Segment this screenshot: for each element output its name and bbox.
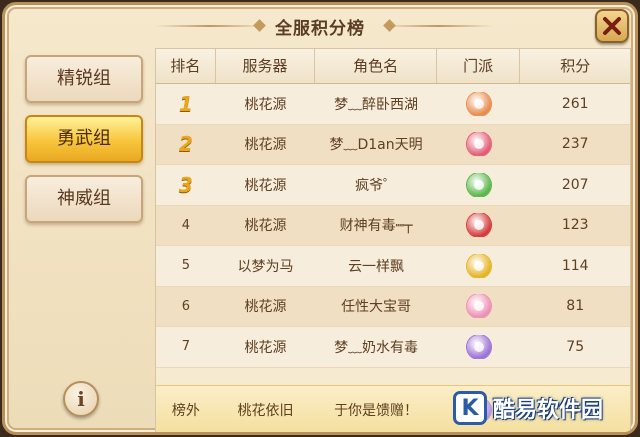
server-cell: 桃花源 [244, 299, 287, 316]
score-cell: 81 [566, 298, 585, 315]
table-row[interactable]: 7 桃花源 梦﹏奶水有毒 75 [156, 327, 630, 368]
score-cell: 207 [561, 176, 589, 193]
rank-cell: 4 [181, 217, 191, 233]
score-cell: 261 [561, 95, 589, 112]
sect-icon [466, 253, 491, 278]
role-name-cell: 疯爷゜ [355, 177, 398, 194]
info-icon: i [77, 387, 85, 411]
role-name-cell: 梦﹏奶水有毒 [334, 339, 419, 356]
score-cell: 237 [561, 136, 589, 153]
sect-cell [437, 132, 521, 157]
table-row[interactable]: 3 桃花源 疯爷゜ 207 [156, 165, 630, 206]
score-cell: 114 [561, 257, 589, 274]
sect-icon [466, 172, 491, 197]
tab-brave-group[interactable]: 勇武组 [25, 115, 143, 163]
sect-cell [437, 334, 521, 359]
sect-icon [466, 91, 491, 116]
score-cell: 75 [566, 338, 585, 355]
table-row[interactable]: 5 以梦为马 云一样飘 114 [156, 246, 630, 287]
role-name-cell: 财神有毒┉┬ [339, 218, 413, 235]
ranking-table: 排名 服务器 角色名 门派 积分 1 桃花源 梦﹏醉卧西湖 261 2 桃花源 … [155, 48, 631, 432]
header-server: 服务器 [216, 49, 316, 83]
table-row[interactable]: 1 桃花源 梦﹏醉卧西湖 261 [156, 84, 630, 125]
server-cell: 桃花源 [244, 137, 287, 154]
tab-divine-group[interactable]: 神威组 [25, 175, 143, 223]
close-button[interactable] [595, 9, 629, 43]
title-bar: 全服积分榜 [5, 7, 635, 41]
header-role-name: 角色名 [315, 49, 437, 83]
watermark-logo: K [453, 391, 487, 425]
score-cell: 123 [561, 217, 589, 234]
role-name-cell: 梦﹏D1an天明 [329, 137, 423, 154]
server-cell: 桃花源 [244, 96, 287, 113]
sect-icon [466, 334, 491, 359]
sect-cell [437, 172, 521, 197]
self-role-name-cell: 于你是馈赠！ [334, 403, 419, 419]
rank-cell: 7 [181, 339, 191, 355]
table-header: 排名 服务器 角色名 门派 积分 [156, 49, 630, 84]
sect-icon [466, 213, 491, 238]
rank-cell: 6 [181, 298, 191, 314]
window-title: 全服积分榜 [275, 19, 365, 39]
info-button[interactable]: i [63, 381, 99, 417]
sect-cell [437, 253, 521, 278]
rank-cell: 5 [181, 258, 191, 274]
header-score: 积分 [560, 57, 591, 75]
server-cell: 桃花源 [244, 218, 287, 235]
role-name-cell: 任性大宝哥 [341, 299, 412, 316]
watermark-text: 酷易软件园 [493, 398, 604, 423]
server-cell: 以梦为马 [237, 258, 294, 275]
role-name-cell: 云一样飘 [348, 258, 405, 275]
sect-cell [437, 213, 521, 238]
server-cell: 桃花源 [244, 177, 287, 194]
site-watermark: K 酷易软件园 [453, 384, 631, 432]
header-sect: 门派 [437, 49, 521, 83]
self-server-cell: 桃花依旧 [237, 403, 294, 419]
table-row[interactable]: 2 桃花源 梦﹏D1an天明 237 [156, 124, 630, 165]
sect-cell [437, 91, 521, 116]
server-cell: 桃花源 [244, 339, 287, 356]
group-tabs: 精锐组 勇武组 神威组 [25, 55, 145, 235]
header-rank: 排名 [156, 49, 216, 83]
rank-cell: 3 [178, 172, 193, 197]
rank-cell: 2 [178, 132, 193, 157]
close-icon [603, 17, 621, 35]
leaderboard-window: 全服积分榜 精锐组 勇武组 神威组 i 排名 服务器 角色名 门派 积分 1 桃… [2, 2, 638, 435]
table-row[interactable]: 4 桃花源 财神有毒┉┬ 123 [156, 205, 630, 246]
table-row[interactable]: 6 桃花源 任性大宝哥 81 [156, 286, 630, 327]
sect-cell [437, 294, 521, 319]
tab-elite-group[interactable]: 精锐组 [25, 55, 143, 103]
sect-icon [466, 132, 491, 157]
self-rank-cell: 榜外 [171, 403, 200, 419]
sect-icon [466, 294, 491, 319]
title-divider-right [383, 25, 493, 27]
role-name-cell: 梦﹏醉卧西湖 [334, 96, 419, 113]
rank-cell: 1 [178, 91, 193, 116]
